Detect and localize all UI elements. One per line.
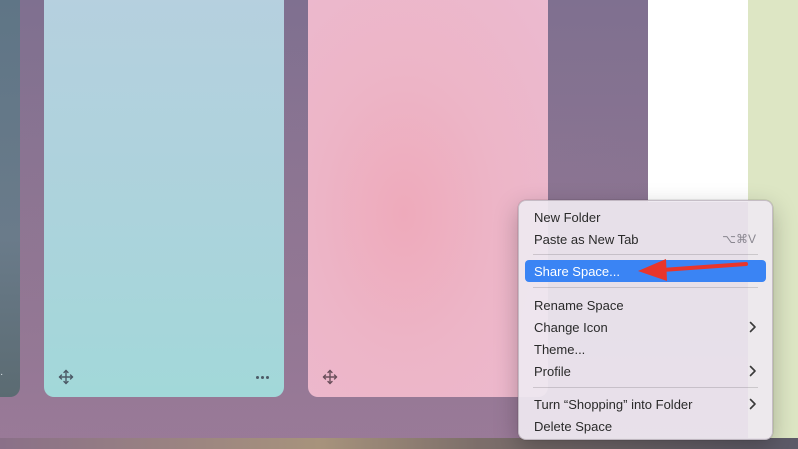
menu-item-label: Theme...	[534, 341, 586, 357]
move-icon[interactable]	[58, 369, 74, 385]
menu-item-label: Change Icon	[534, 319, 608, 335]
chevron-right-icon	[746, 364, 760, 378]
menu-item-shortcut: ⌥⌘V	[722, 232, 756, 246]
menu-item-turn-into-folder[interactable]: Turn “Shopping” into Folder	[525, 393, 766, 415]
menu-item-share-space[interactable]: Share Space...	[525, 260, 766, 282]
browser-window-white-area	[648, 0, 748, 202]
menu-separator	[533, 387, 758, 388]
menu-item-new-folder[interactable]: New Folder	[525, 206, 766, 228]
menu-item-label: New Folder	[534, 209, 601, 225]
more-icon[interactable]	[254, 369, 270, 385]
chevron-right-icon	[746, 320, 760, 334]
menu-separator	[533, 254, 758, 255]
menu-item-label: Rename Space	[534, 297, 624, 313]
menu-separator	[533, 287, 758, 288]
menu-item-label: Profile	[534, 363, 571, 379]
menu-item-paste-as-new-tab[interactable]: Paste as New Tab ⌥⌘V	[525, 228, 766, 250]
space-context-menu: New Folder Paste as New Tab ⌥⌘V Share Sp…	[518, 200, 773, 440]
menu-item-label: Turn “Shopping” into Folder	[534, 396, 693, 412]
move-icon[interactable]	[322, 369, 338, 385]
menu-item-delete-space[interactable]: Delete Space	[525, 415, 766, 437]
space-card-blue[interactable]	[44, 0, 284, 397]
space-card-pink[interactable]	[308, 0, 548, 397]
more-icon-partial: ·	[0, 369, 4, 380]
space-card-partial-left[interactable]: ·	[0, 0, 20, 397]
menu-item-label: Paste as New Tab	[534, 231, 639, 247]
menu-item-theme[interactable]: Theme...	[525, 338, 766, 360]
menu-item-label: Delete Space	[534, 418, 613, 434]
menu-item-label: Share Space...	[534, 263, 620, 279]
menu-item-rename-space[interactable]: Rename Space	[525, 294, 766, 316]
menu-item-change-icon[interactable]: Change Icon	[525, 316, 766, 338]
chevron-right-icon	[746, 397, 760, 411]
menu-item-profile[interactable]: Profile	[525, 360, 766, 382]
